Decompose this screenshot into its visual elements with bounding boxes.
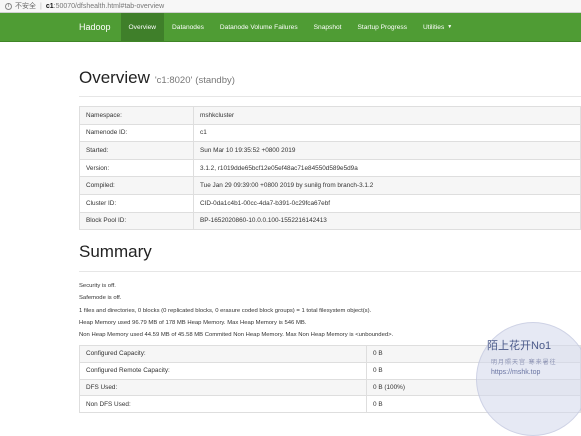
table-row: Version: 3.1.2, r1019dde65bcf12e05ef48ac…: [79, 158, 581, 178]
navbar: Hadoop Overview Datanodes Datanode Volum…: [0, 13, 581, 42]
summary-title: Summary: [79, 242, 581, 273]
caret-down-icon: ▼: [447, 24, 453, 30]
table-row: Started: Sun Mar 10 19:35:52 +0800 2019: [79, 141, 581, 160]
row-key: Block Pool ID:: [79, 211, 194, 231]
summary-line: Heap Memory used 96.79 MB of 178 MB Heap…: [79, 319, 307, 326]
nav-datanodes[interactable]: Datanodes: [164, 13, 212, 41]
nav-utilities-label: Utilities: [423, 23, 445, 31]
row-key: Configured Remote Capacity:: [79, 361, 367, 380]
brand-link[interactable]: Hadoop: [70, 13, 121, 41]
nav-utilities-dropdown[interactable]: Utilities ▼: [415, 13, 460, 41]
row-key: Started:: [79, 141, 194, 160]
row-value: CID-0da1c4b1-00cc-4da7-b391-0c29fca67ebf: [193, 193, 581, 213]
browser-address-bar[interactable]: i 不安全 | c1 :50070/dfshealth.html#tab-ove…: [0, 0, 581, 13]
row-key: Version:: [79, 158, 194, 178]
row-key: Namespace:: [79, 106, 194, 125]
watermark-text: 陌上花开No1: [487, 340, 552, 352]
watermark-subtext: 明月照天宫 寒来暑往: [491, 360, 557, 366]
row-value: Sun Mar 10 19:35:52 +0800 2019: [193, 141, 581, 160]
namenode-address: 'c1:8020': [154, 75, 193, 86]
row-value: 3.1.2, r1019dde65bcf12e05ef48ac71e84550d…: [193, 158, 581, 178]
nav-overview[interactable]: Overview: [120, 13, 165, 41]
row-key: Cluster ID:: [79, 193, 194, 213]
watermark-url: https://mshk.top: [491, 369, 541, 376]
overview-table: Namespace: mshkcluster Namenode ID: c1 S…: [79, 106, 581, 231]
row-key: Compiled:: [79, 176, 194, 195]
table-row: Block Pool ID: BP-1652020860-10.0.0.100-…: [79, 211, 581, 231]
nav-startup-progress[interactable]: Startup Progress: [350, 13, 415, 41]
row-value: c1: [193, 123, 581, 143]
summary-line: Safemode is off.: [79, 295, 122, 302]
row-value: mshkcluster: [193, 106, 581, 125]
nav-snapshot[interactable]: Snapshot: [306, 13, 350, 41]
row-value: BP-1652020860-10.0.0.100-1552216142413: [193, 211, 581, 231]
row-key: DFS Used:: [79, 378, 367, 397]
row-key: Non DFS Used:: [79, 395, 367, 414]
security-label: 不安全: [15, 3, 36, 10]
separator: |: [40, 2, 42, 10]
table-row: Compiled: Tue Jan 29 09:39:00 +0800 2019…: [79, 176, 581, 195]
url-path: :50070/dfshealth.html#tab-overview: [53, 2, 165, 10]
summary-line: 1 files and directories, 0 blocks (0 rep…: [79, 307, 372, 314]
page-title: Overview: [79, 68, 150, 87]
row-key: Configured Capacity:: [79, 345, 367, 363]
table-row: Cluster ID: CID-0da1c4b1-00cc-4da7-b391-…: [79, 193, 581, 213]
namenode-state: (standby): [195, 75, 235, 86]
watermark-seal: 陌上花开No1 明月照天宫 寒来暑往 https://mshk.top: [476, 322, 581, 436]
nav-datanode-volume-failures[interactable]: Datanode Volume Failures: [212, 13, 306, 41]
overview-header: Overview 'c1:8020' (standby): [79, 68, 581, 97]
row-key: Namenode ID:: [79, 123, 194, 143]
table-row: Namenode ID: c1: [79, 123, 581, 143]
row-value: Tue Jan 29 09:39:00 +0800 2019 by sunilg…: [193, 176, 581, 195]
summary-line: Security is off.: [79, 283, 116, 290]
info-icon[interactable]: i: [5, 2, 12, 10]
table-row: Namespace: mshkcluster: [79, 106, 581, 125]
url-host: c1: [45, 2, 54, 10]
